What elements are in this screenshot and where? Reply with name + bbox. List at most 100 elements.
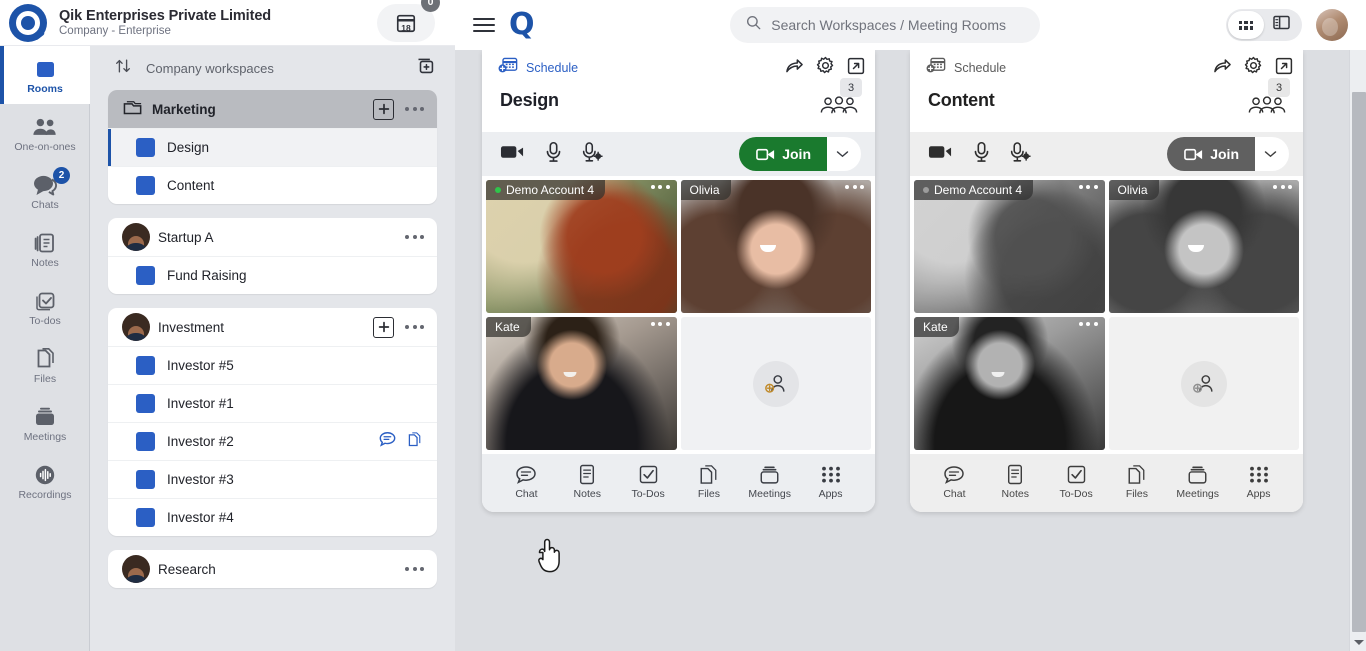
files-icon[interactable] <box>406 431 423 453</box>
hamburger-menu-icon[interactable] <box>473 18 495 32</box>
video-camera-icon[interactable] <box>928 143 953 166</box>
sidebar-item-chats[interactable]: 2 Chats <box>0 162 90 220</box>
participant-menu[interactable] <box>651 322 670 326</box>
participant-tile[interactable]: Demo Account 4 <box>486 180 677 313</box>
participants-group[interactable]: 3 <box>819 90 859 123</box>
open-external-icon[interactable] <box>1275 57 1293 80</box>
footer-notes-button[interactable]: Notes <box>985 464 1046 500</box>
participant-menu[interactable] <box>651 185 670 189</box>
workspace-group-header[interactable]: Startup A <box>108 218 437 256</box>
sidebar-item-to-dos[interactable]: To-dos <box>0 278 90 336</box>
sidebar-item-label: Chats <box>31 200 58 211</box>
add-room-button[interactable] <box>373 99 394 120</box>
footer-chat-button[interactable]: Chat <box>496 465 557 500</box>
join-button[interactable]: Join <box>1167 137 1255 171</box>
footer-todos-button[interactable]: To-Dos <box>618 464 679 500</box>
room-item-content[interactable]: Content <box>108 166 437 204</box>
split-view-button[interactable] <box>1264 11 1300 39</box>
footer-files-button[interactable]: Files <box>1106 464 1167 500</box>
video-camera-icon[interactable] <box>500 143 525 166</box>
join-dropdown-button[interactable] <box>827 150 857 158</box>
content-scrollbar[interactable] <box>1349 50 1366 651</box>
room-square-icon <box>136 508 155 527</box>
room-item-investor-1[interactable]: Investor #1 <box>108 384 437 422</box>
add-person-icon[interactable] <box>753 361 799 407</box>
participant-name: Kate <box>923 320 948 334</box>
room-item-investor-5[interactable]: Investor #5 <box>108 346 437 384</box>
user-avatar[interactable] <box>1316 9 1348 41</box>
sidebar-item-label: Recordings <box>18 490 71 501</box>
sidebar-item-rooms[interactable]: Rooms <box>0 46 90 104</box>
sidebar-item-one-on-ones[interactable]: One-on-ones <box>0 104 90 162</box>
workspace-group-menu[interactable] <box>402 101 427 117</box>
participant-menu[interactable] <box>1079 185 1098 189</box>
workspace-group-header[interactable]: Research <box>108 550 437 588</box>
microphone-icon[interactable] <box>545 141 562 168</box>
participant-menu[interactable] <box>1079 322 1098 326</box>
footer-apps-button[interactable]: Apps <box>1228 465 1289 500</box>
room-item-investor-3[interactable]: Investor #3 <box>108 460 437 498</box>
join-button[interactable]: Join <box>739 137 827 171</box>
add-participant-tile[interactable] <box>681 317 872 450</box>
room-item-fund-raising[interactable]: Fund Raising <box>108 256 437 294</box>
chat-bubble-icon[interactable] <box>379 431 396 452</box>
sidebar-item-meetings[interactable]: Meetings <box>0 394 90 452</box>
participant-tile[interactable]: Demo Account 4 <box>914 180 1105 313</box>
room-label: Investor #4 <box>167 510 423 525</box>
participant-menu[interactable] <box>845 185 864 189</box>
sidebar-item-files[interactable]: Files <box>0 336 90 394</box>
add-participant-tile[interactable] <box>1109 317 1300 450</box>
add-calendar-icon[interactable] <box>926 57 946 79</box>
participant-tile[interactable]: Olivia <box>1109 180 1300 313</box>
participant-tile[interactable]: Kate <box>914 317 1105 450</box>
participants-group[interactable]: 3 <box>1247 90 1287 123</box>
footer-meetings-button[interactable]: Meetings <box>1167 465 1228 500</box>
footer-meetings-button[interactable]: Meetings <box>739 465 800 500</box>
footer-files-button[interactable]: Files <box>678 464 739 500</box>
schedule-link[interactable]: Schedule <box>526 61 578 75</box>
microphone-settings-icon[interactable] <box>582 141 604 168</box>
add-room-button[interactable] <box>373 317 394 338</box>
room-square-icon <box>136 432 155 451</box>
join-label: Join <box>782 146 811 162</box>
footer-apps-button[interactable]: Apps <box>800 465 861 500</box>
scroll-down-arrow[interactable] <box>1350 633 1366 651</box>
avatar <box>122 555 150 583</box>
workspace-group-header[interactable]: Investment <box>108 308 437 346</box>
gear-icon[interactable] <box>816 56 835 80</box>
calendar-button[interactable]: 18 0 <box>377 4 435 42</box>
workspace-group-menu[interactable] <box>402 229 427 245</box>
gear-icon[interactable] <box>1244 56 1263 80</box>
sidebar-item-recordings[interactable]: Recordings <box>0 452 90 510</box>
sort-updown-icon[interactable] <box>114 57 132 80</box>
footer-label: Chat <box>943 488 965 500</box>
add-workspace-icon[interactable] <box>415 55 437 82</box>
footer-todos-button[interactable]: To-Dos <box>1046 464 1107 500</box>
share-icon[interactable] <box>1213 57 1232 79</box>
workspace-group-menu[interactable] <box>402 319 427 335</box>
add-calendar-icon[interactable] <box>498 57 518 79</box>
participant-tile[interactable]: Kate <box>486 317 677 450</box>
room-item-design[interactable]: Design <box>108 128 437 166</box>
share-icon[interactable] <box>785 57 804 79</box>
workspace-group-menu[interactable] <box>402 561 427 577</box>
room-item-investor-4[interactable]: Investor #4 <box>108 498 437 536</box>
sidebar-item-notes[interactable]: Notes <box>0 220 90 278</box>
microphone-icon[interactable] <box>973 141 990 168</box>
meetings-icon <box>32 404 58 430</box>
footer-chat-button[interactable]: Chat <box>924 465 985 500</box>
add-person-icon[interactable] <box>1181 361 1227 407</box>
footer-notes-button[interactable]: Notes <box>557 464 618 500</box>
open-external-icon[interactable] <box>847 57 865 80</box>
participant-name: Olivia <box>1118 183 1148 197</box>
microphone-settings-icon[interactable] <box>1010 141 1032 168</box>
scrollbar-thumb[interactable] <box>1352 92 1366 632</box>
participant-tile[interactable]: Olivia <box>681 180 872 313</box>
schedule-link[interactable]: Schedule <box>954 61 1006 75</box>
workspace-group-header[interactable]: Marketing <box>108 90 437 128</box>
room-item-investor-2[interactable]: Investor #2 <box>108 422 437 460</box>
grid-view-button[interactable] <box>1228 11 1264 39</box>
participant-menu[interactable] <box>1273 185 1292 189</box>
search-input[interactable]: Search Workspaces / Meeting Rooms <box>730 7 1040 43</box>
join-dropdown-button[interactable] <box>1255 150 1285 158</box>
